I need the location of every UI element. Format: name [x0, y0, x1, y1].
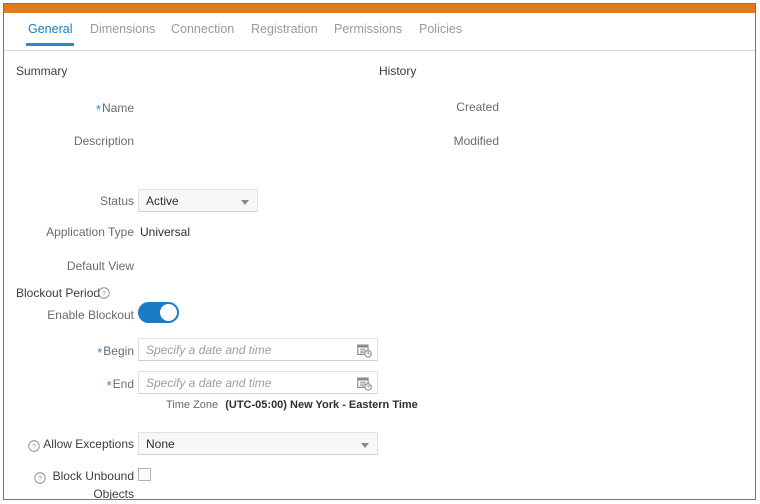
- created-field-label: Created: [456, 100, 499, 114]
- name-label-text: Name: [101, 101, 134, 115]
- end-required-indicator: *: [106, 378, 112, 393]
- end-label-text: End: [112, 377, 134, 391]
- tab-dimensions-label: Dimensions: [90, 22, 156, 36]
- end-placeholder: Specify a date and time: [146, 376, 272, 390]
- blockout-period-help-icon[interactable]: ?: [98, 286, 110, 299]
- tab-registration[interactable]: Registration: [249, 22, 320, 43]
- tab-connection[interactable]: Connection: [169, 22, 236, 43]
- calendar-clock-icon[interactable]: [357, 376, 372, 391]
- begin-field-label: *Begin: [4, 343, 134, 360]
- application-type-value: Universal: [140, 225, 191, 239]
- tab-policies[interactable]: Policies: [417, 22, 464, 43]
- begin-placeholder: Specify a date and time: [146, 343, 272, 357]
- status-select-value: Active: [146, 194, 179, 208]
- application-type-field-label: Application Type: [46, 225, 134, 239]
- brand-accent-bar: [4, 4, 755, 13]
- description-field-label: Description: [73, 134, 134, 148]
- tab-connection-label: Connection: [171, 22, 235, 36]
- tab-bar: General Dimensions Connection Registrati…: [4, 13, 755, 51]
- name-field-label: *Name: [4, 100, 134, 117]
- end-field-label: *End: [4, 376, 134, 393]
- begin-datetime-input[interactable]: Specify a date and time: [138, 338, 378, 361]
- time-zone-label: Time Zone: [166, 399, 219, 411]
- block-unbound-objects-label-line2: Objects: [93, 487, 134, 500]
- end-datetime-input[interactable]: Specify a date and time: [138, 371, 378, 394]
- toggle-knob: [160, 304, 177, 321]
- enable-blockout-label: Enable Blockout: [47, 308, 134, 322]
- enable-blockout-toggle[interactable]: [138, 302, 179, 323]
- allow-exceptions-value: None: [146, 437, 175, 451]
- svg-text:?: ?: [102, 291, 106, 298]
- allow-exceptions-label: Allow Exceptions: [43, 437, 134, 451]
- tab-policies-label: Policies: [419, 22, 463, 36]
- tab-dimensions[interactable]: Dimensions: [88, 22, 157, 43]
- tab-registration-label: Registration: [251, 22, 318, 36]
- history-section-heading: History: [379, 64, 417, 78]
- time-zone-row: Time Zone (UTC-05:00) New York - Eastern…: [166, 399, 418, 411]
- tab-general[interactable]: General: [26, 22, 75, 46]
- chevron-down-icon: [241, 200, 249, 205]
- tab-permissions[interactable]: Permissions: [332, 22, 404, 43]
- chevron-down-icon: [361, 443, 369, 448]
- begin-label-text: Begin: [103, 344, 134, 358]
- summary-section-heading: Summary: [16, 64, 68, 78]
- block-unbound-objects-label-line1: Block Unbound: [52, 469, 134, 483]
- general-tab-panel: Summary History *Name Description Create…: [4, 50, 755, 499]
- allow-exceptions-select[interactable]: None: [138, 432, 378, 455]
- block-unbound-objects-checkbox[interactable]: [138, 468, 151, 481]
- begin-required-indicator: *: [97, 345, 103, 360]
- name-required-indicator: *: [95, 102, 101, 117]
- application-panel: General Dimensions Connection Registrati…: [3, 3, 756, 500]
- status-select[interactable]: Active: [138, 189, 258, 212]
- tab-permissions-label: Permissions: [334, 22, 403, 36]
- tab-general-label: General: [28, 22, 73, 36]
- calendar-clock-icon[interactable]: [357, 343, 372, 358]
- modified-field-label: Modified: [453, 134, 499, 148]
- status-field-label: Status: [99, 194, 134, 208]
- time-zone-value: (UTC-05:00) New York - Eastern Time: [225, 399, 418, 411]
- default-view-field-label: Default View: [66, 259, 134, 273]
- blockout-period-heading: Blockout Period: [16, 286, 101, 300]
